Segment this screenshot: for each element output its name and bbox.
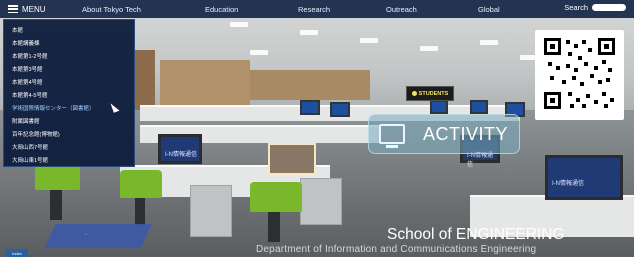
school-title: School of ENGINEERING xyxy=(387,226,565,243)
menu-item[interactable]: 本館 xyxy=(12,26,23,34)
monitor xyxy=(430,100,448,114)
nav-research[interactable]: Research xyxy=(298,5,330,14)
top-navigation: MENU About Tokyo Tech Education Research… xyxy=(0,0,634,18)
chair-base xyxy=(135,198,145,226)
activity-label: ACTIVITY xyxy=(423,123,509,144)
menu-item[interactable]: 本館第3号館 xyxy=(12,65,43,73)
ceiling-light xyxy=(300,30,318,35)
monitor xyxy=(330,102,350,117)
bookshelf xyxy=(160,60,250,108)
monitor: I-N情報通信 xyxy=(158,134,202,164)
menu-label: MENU xyxy=(22,4,46,14)
monitor xyxy=(300,100,320,115)
search-input[interactable] xyxy=(592,4,626,11)
monitor-label: I-N情報通信 xyxy=(165,152,197,158)
qr-code xyxy=(535,30,624,120)
menu-item[interactable]: 大岡山西7号館 xyxy=(12,143,48,151)
menu-button[interactable]: MENU xyxy=(0,0,54,18)
monitor-label: I-N情報通信 xyxy=(552,181,584,187)
search-area[interactable]: Search xyxy=(564,3,626,12)
menu-item[interactable]: 附属図書館 xyxy=(12,117,40,125)
video-thumbnail[interactable] xyxy=(268,143,316,175)
cabinet xyxy=(300,178,342,225)
menu-item[interactable]: 本館第1-2号館 xyxy=(12,52,47,60)
activity-hotspot[interactable]: ACTIVITY xyxy=(368,114,520,154)
monitor: I-N情報通信 xyxy=(545,155,623,200)
chair-base xyxy=(50,190,62,220)
department-title: Department of Information and Communicat… xyxy=(256,244,537,255)
hamburger-icon xyxy=(8,5,18,13)
bookshelf xyxy=(250,70,370,100)
menu-item[interactable]: 本館第4-5号館 xyxy=(12,91,47,99)
green-chair xyxy=(250,182,302,212)
menu-dropdown: 本館 本館講義棟 本館第1-2号館 本館第3号館 本館第4号館 本館第4-5号館… xyxy=(3,19,135,167)
nav-about[interactable]: About Tokyo Tech xyxy=(82,5,141,14)
ceiling-light xyxy=(360,38,378,43)
monitor xyxy=(470,100,488,114)
ceiling-light xyxy=(420,46,438,51)
students-sign-label: STUDENTS xyxy=(418,90,449,97)
nav-education[interactable]: Education xyxy=(205,5,238,14)
qr-finder xyxy=(544,38,561,55)
index-tag[interactable]: Index xyxy=(6,249,28,257)
menu-item-active[interactable]: 学術国際情報センター（図書館） xyxy=(12,104,95,112)
search-label: Search xyxy=(564,3,588,12)
ceiling-light xyxy=(480,40,498,45)
chair-base xyxy=(268,212,280,242)
navigation-arrow[interactable] xyxy=(44,224,152,248)
ceiling-light xyxy=(230,22,248,27)
cabinet xyxy=(190,185,232,237)
nav-outreach[interactable]: Outreach xyxy=(386,5,417,14)
green-chair xyxy=(120,170,162,198)
menu-item[interactable]: 本館講義棟 xyxy=(12,39,40,47)
students-sign[interactable]: STUDENTS xyxy=(406,86,454,101)
ceiling-light xyxy=(250,50,268,55)
menu-item[interactable]: 本館第4号館 xyxy=(12,78,43,86)
qr-finder xyxy=(598,38,615,55)
qr-finder xyxy=(544,92,561,109)
person-icon xyxy=(411,91,417,96)
menu-item[interactable]: 百年記念館(博物館) xyxy=(12,130,60,138)
nav-global[interactable]: Global xyxy=(478,5,500,14)
monitor-icon xyxy=(379,124,405,148)
menu-item[interactable]: 大岡山東1号館 xyxy=(12,156,48,164)
